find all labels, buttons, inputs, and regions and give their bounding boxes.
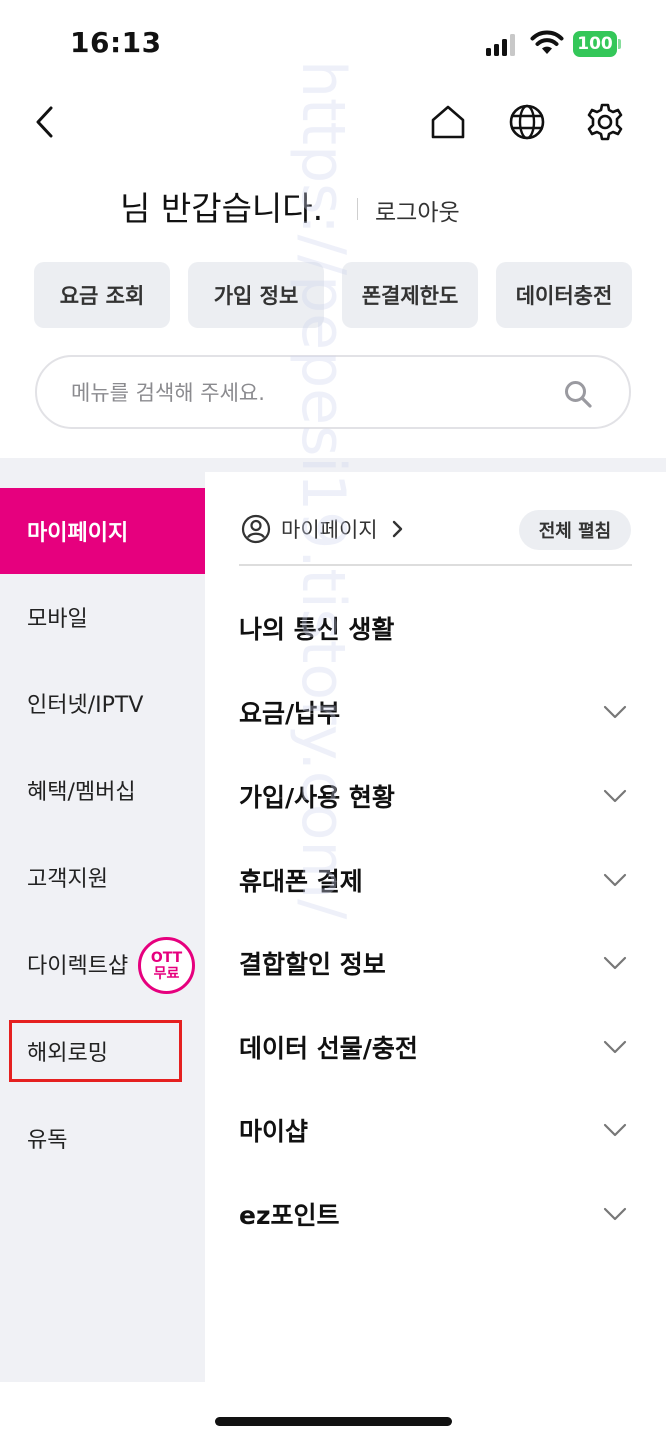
home-icon: [431, 105, 465, 139]
status-bar: 16:13 100: [0, 0, 666, 90]
menu-title: 결합할인 정보: [239, 950, 386, 979]
language-button[interactable]: [503, 98, 551, 146]
back-icon: [36, 106, 53, 138]
menu-title: 요금/납부: [239, 699, 341, 728]
sidebar-item-benefits[interactable]: 혜택/멤버십: [0, 747, 205, 833]
menu-item-billing-payment[interactable]: 요금/납부: [239, 682, 632, 742]
menu-item-phone-payment[interactable]: 휴대폰 결제: [239, 850, 632, 910]
menu-item-ez-point[interactable]: ez포인트: [239, 1184, 632, 1244]
back-button[interactable]: [22, 98, 70, 146]
search-icon[interactable]: [563, 379, 593, 409]
expand-all-button[interactable]: 전체 펼침: [519, 510, 631, 550]
wifi-icon: [530, 30, 564, 54]
ott-badge-line2: 무료: [153, 965, 180, 982]
top-nav: [0, 90, 666, 160]
mypage-section-link[interactable]: 마이페이지: [241, 513, 406, 545]
menu-title: ez포인트: [239, 1201, 340, 1230]
quick-button-data-charge[interactable]: 데이터충전: [496, 262, 632, 328]
menu-title: 마이샵: [239, 1117, 309, 1146]
sidebar-item-mobile[interactable]: 모바일: [0, 574, 205, 660]
sidebar-item-mypage[interactable]: 마이페이지: [0, 488, 205, 574]
chevron-down-icon: [603, 1207, 627, 1221]
cellular-signal-icon: [486, 34, 520, 56]
chevron-down-icon: [603, 873, 627, 887]
sidebar-item-subscribe[interactable]: 유독: [0, 1095, 205, 1181]
menu-title: 휴대폰 결제: [239, 867, 363, 896]
chevron-right-icon: [392, 520, 402, 538]
battery-icon: 100: [573, 31, 621, 57]
status-time: 16:13: [70, 26, 162, 59]
quick-button-subscription[interactable]: 가입 정보: [188, 262, 324, 328]
quick-menu: 요금 조회 가입 정보 폰결제한도 데이터충전: [34, 262, 632, 328]
quick-button-billing[interactable]: 요금 조회: [34, 262, 170, 328]
chevron-down-icon: [603, 1040, 627, 1054]
menu-title: 데이터 선물/충전: [239, 1034, 418, 1063]
menu-item-my-telecom-life[interactable]: 나의 통신 생활: [239, 598, 632, 658]
quick-button-payment-limit[interactable]: 폰결제한도: [342, 262, 478, 328]
greeting-divider: [357, 198, 358, 220]
sidebar-item-internet-iptv[interactable]: 인터넷/IPTV: [0, 660, 205, 746]
menu-item-data-gift-charge[interactable]: 데이터 선물/충전: [239, 1017, 632, 1077]
home-indicator[interactable]: [215, 1417, 452, 1426]
search-input[interactable]: [71, 377, 551, 409]
greeting-text: 님 반갑습니다.: [120, 189, 324, 228]
chevron-down-icon: [603, 956, 627, 970]
battery-level: 100: [573, 31, 617, 57]
menu-item-bundle-discount[interactable]: 결합할인 정보: [239, 933, 632, 993]
globe-icon: [509, 104, 545, 140]
home-button[interactable]: [424, 98, 472, 146]
chevron-down-icon: [603, 705, 627, 719]
panel-gap: [205, 458, 666, 472]
sidebar-item-support[interactable]: 고객지원: [0, 834, 205, 920]
ott-free-badge: OTT 무료: [138, 937, 195, 994]
ott-badge-line1: OTT: [150, 949, 183, 966]
menu-title: 나의 통신 생활: [239, 615, 395, 644]
mypage-link-label: 마이페이지: [281, 518, 378, 542]
roaming-highlight-box: [9, 1020, 182, 1082]
chevron-down-icon: [603, 1123, 627, 1137]
settings-button[interactable]: [581, 98, 629, 146]
settings-icon: [587, 103, 623, 141]
search-bar: [35, 355, 631, 429]
menu-title: 가입/사용 현황: [239, 783, 395, 812]
menu-divider: [239, 564, 632, 566]
user-circle-icon: [241, 514, 271, 544]
menu-item-subscription-usage[interactable]: 가입/사용 현황: [239, 766, 632, 826]
logout-link[interactable]: 로그아웃: [375, 193, 460, 227]
bottom-area: [0, 1382, 666, 1440]
chevron-down-icon: [603, 789, 627, 803]
menu-item-my-shop[interactable]: 마이샵: [239, 1100, 632, 1160]
